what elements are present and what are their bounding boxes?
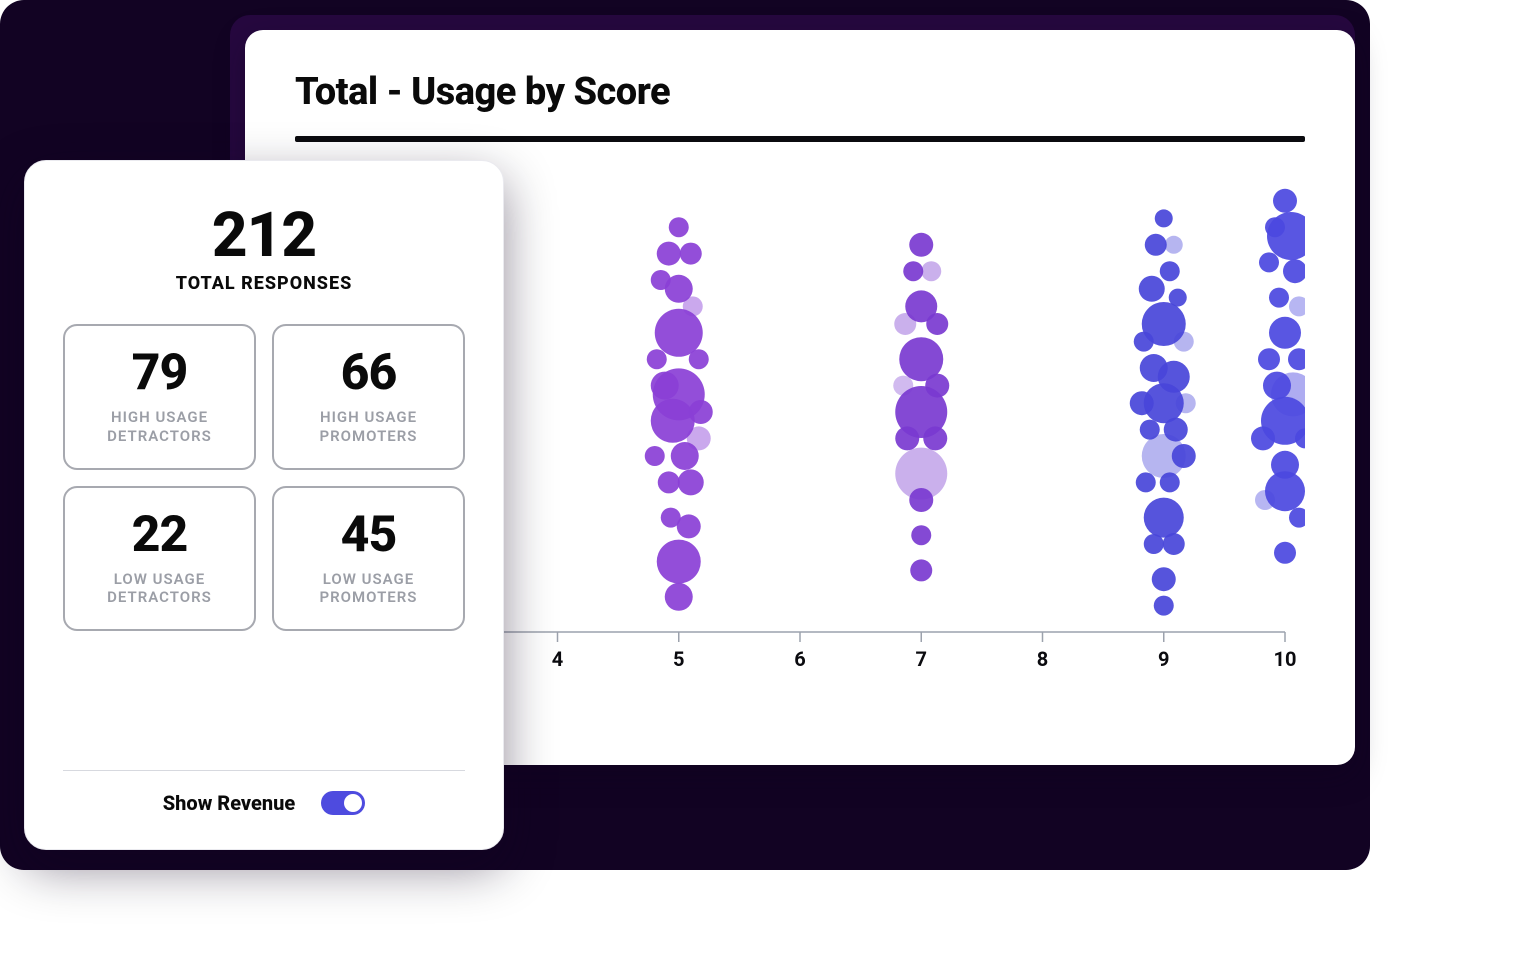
stats-card: 212 TOTAL RESPONSES 79 HIGH USAGE DETRAC… xyxy=(24,160,504,850)
kpi-value: 66 xyxy=(290,348,447,398)
kpi-value: 45 xyxy=(290,510,447,560)
kpi-low-usage-promoters: 45 LOW USAGE PROMOTERS xyxy=(272,486,465,632)
svg-text:10: 10 xyxy=(1274,647,1297,671)
kpi-high-usage-promoters: 66 HIGH USAGE PROMOTERS xyxy=(272,324,465,470)
chart-title: Total - Usage by Score xyxy=(295,70,1305,114)
show-revenue-label: Show Revenue xyxy=(163,791,295,815)
kpi-label: HIGH USAGE DETRACTORS xyxy=(81,408,238,446)
svg-text:6: 6 xyxy=(794,647,805,671)
kpi-grid: 79 HIGH USAGE DETRACTORS 66 HIGH USAGE P… xyxy=(63,324,465,631)
kpi-label: LOW USAGE PROMOTERS xyxy=(290,570,447,608)
kpi-high-usage-detractors: 79 HIGH USAGE DETRACTORS xyxy=(63,324,256,470)
svg-text:7: 7 xyxy=(916,647,927,671)
dashboard-stage: Total - Usage by Score 2345678910 212 TO… xyxy=(0,0,1540,980)
svg-text:5: 5 xyxy=(673,647,684,671)
total-responses-value: 212 xyxy=(63,205,465,267)
kpi-label: LOW USAGE DETRACTORS xyxy=(81,570,238,608)
show-revenue-row: Show Revenue xyxy=(63,791,465,815)
divider xyxy=(63,770,465,771)
total-responses-block: 212 TOTAL RESPONSES xyxy=(63,205,465,294)
kpi-value: 22 xyxy=(81,510,238,560)
svg-text:9: 9 xyxy=(1158,647,1169,671)
kpi-low-usage-detractors: 22 LOW USAGE DETRACTORS xyxy=(63,486,256,632)
svg-text:8: 8 xyxy=(1037,647,1048,671)
total-responses-label: TOTAL RESPONSES xyxy=(63,273,465,294)
svg-text:4: 4 xyxy=(552,647,563,671)
show-revenue-toggle[interactable] xyxy=(321,791,365,815)
kpi-label: HIGH USAGE PROMOTERS xyxy=(290,408,447,446)
chart-title-rule xyxy=(295,136,1305,142)
kpi-value: 79 xyxy=(81,348,238,398)
